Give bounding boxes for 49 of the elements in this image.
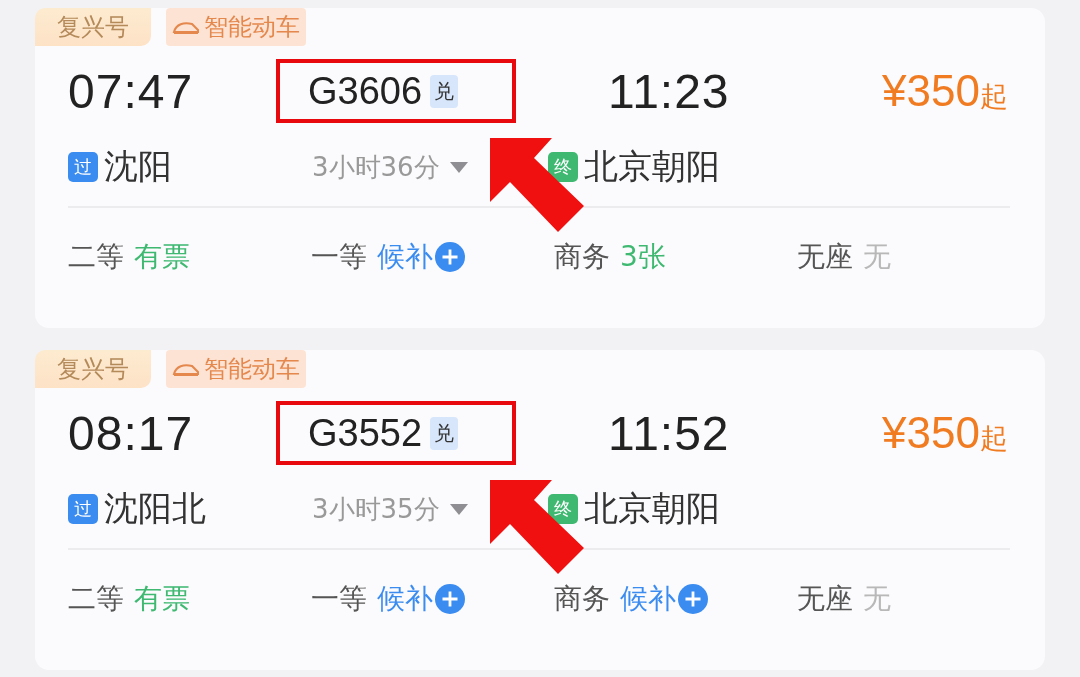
exchange-badge: 兑 bbox=[430, 416, 459, 450]
terminal-badge: 终 bbox=[548, 152, 578, 182]
price: ¥350起 bbox=[882, 66, 1008, 116]
seat-availability: 候补 bbox=[377, 239, 433, 275]
train-card[interactable]: 复兴号 智能动车 07:47 G3606 兑 11:23 ¥350起 过 沈阳 3小时36分 终 北京朝阳 二等 有票 一等 候补 商务 3张 无座 无 bbox=[35, 8, 1045, 328]
train-number: G3606 bbox=[308, 69, 423, 113]
train-icon bbox=[172, 19, 200, 35]
train-type-tag: 复兴号 bbox=[35, 8, 151, 46]
seat-class: 商务 bbox=[554, 581, 610, 617]
smart-train-tag: 智能动车 bbox=[166, 8, 306, 46]
add-icon[interactable] bbox=[435, 584, 465, 614]
train-number: G3552 bbox=[308, 411, 423, 455]
seat-class: 商务 bbox=[554, 239, 610, 275]
pass-badge: 过 bbox=[68, 152, 98, 182]
add-icon[interactable] bbox=[678, 584, 708, 614]
arrival-station: 北京朝阳 bbox=[584, 487, 720, 530]
seat-availability: 候补 bbox=[377, 581, 433, 617]
departure-station: 沈阳北 bbox=[104, 487, 206, 530]
arrival-station: 北京朝阳 bbox=[584, 145, 720, 188]
seat-class: 二等 bbox=[68, 581, 124, 617]
seat-availability: 无 bbox=[863, 239, 891, 275]
seat-availability: 有票 bbox=[134, 581, 190, 617]
price: ¥350起 bbox=[882, 408, 1008, 458]
seat-class: 二等 bbox=[68, 239, 124, 275]
seat-class: 一等 bbox=[311, 239, 367, 275]
pass-badge: 过 bbox=[68, 494, 98, 524]
departure-time: 08:17 bbox=[68, 405, 195, 461]
arrival-time: 11:23 bbox=[607, 63, 731, 119]
train-icon bbox=[172, 361, 200, 377]
seat-class: 一等 bbox=[311, 581, 367, 617]
seat-availability: 候补 bbox=[620, 581, 676, 617]
arrival-time: 11:52 bbox=[607, 405, 731, 461]
seat-availability: 有票 bbox=[134, 239, 190, 275]
train-card[interactable]: 复兴号 智能动车 08:17 G3552 兑 11:52 ¥350起 过 沈阳北 3小时35分 终 北京朝阳 二等 有票 一等 候补 商务 候补 无座 无 bbox=[35, 350, 1045, 670]
smart-train-tag: 智能动车 bbox=[166, 350, 306, 388]
seat-availability: 无 bbox=[863, 581, 891, 617]
arrow-icon bbox=[490, 138, 586, 234]
terminal-badge: 终 bbox=[548, 494, 578, 524]
seat-class: 无座 bbox=[797, 239, 853, 275]
add-icon[interactable] bbox=[435, 242, 465, 272]
caret-icon[interactable] bbox=[449, 503, 468, 515]
caret-icon[interactable] bbox=[449, 161, 468, 173]
departure-time: 07:47 bbox=[68, 63, 195, 119]
departure-station: 沈阳 bbox=[104, 145, 172, 188]
exchange-badge: 兑 bbox=[430, 74, 459, 108]
seat-class: 无座 bbox=[797, 581, 853, 617]
train-type-tag: 复兴号 bbox=[35, 350, 151, 388]
arrow-icon bbox=[490, 480, 586, 576]
seat-availability: 3张 bbox=[620, 239, 666, 275]
